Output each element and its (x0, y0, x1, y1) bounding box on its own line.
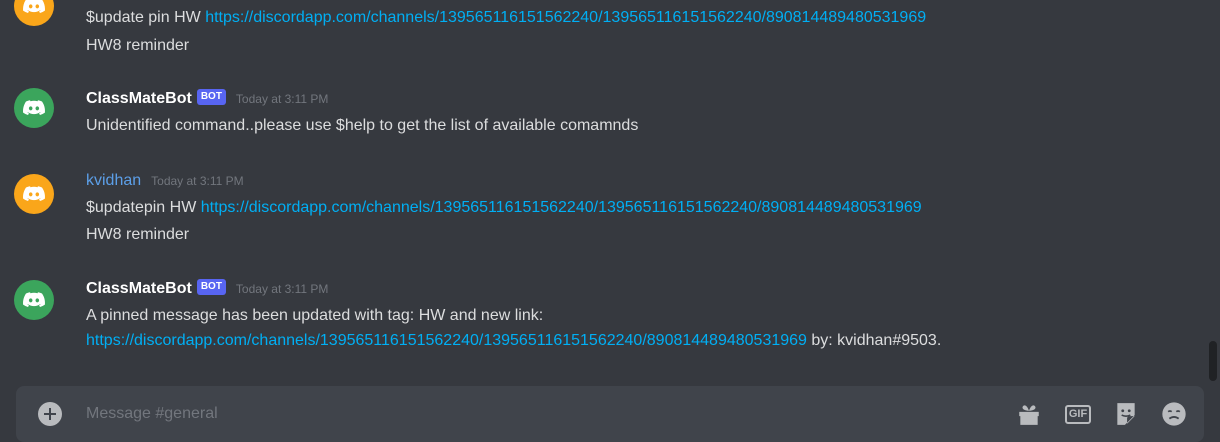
message-header: kvidhan Today at 3:11 PM (86, 170, 244, 192)
message-line: Unidentified command..please use $help t… (86, 114, 638, 138)
bot-avatar[interactable] (14, 88, 54, 128)
timestamp: Today at 3:11 PM (235, 92, 329, 106)
user-avatar[interactable] (14, 0, 54, 26)
username[interactable]: kvidhan (86, 172, 141, 190)
emoji-icon (1162, 402, 1186, 426)
discord-logo-icon (23, 100, 45, 115)
username[interactable]: ClassMateBot (86, 90, 192, 108)
message-link[interactable]: https://discordapp.com/channels/13956511… (86, 332, 807, 349)
sticker-icon (1117, 403, 1135, 425)
message-line: A pinned message has been updated with t… (86, 304, 543, 328)
message-line: https://discordapp.com/channels/13956511… (86, 329, 941, 353)
gif-button[interactable]: GIF (1064, 400, 1092, 428)
message-line: $update pin HW https://discordapp.com/ch… (86, 6, 926, 30)
timestamp: Today at 3:11 PM (151, 174, 244, 188)
message-header: ClassMateBot BOT Today at 3:11 PM (86, 278, 328, 300)
sticker-button[interactable] (1112, 400, 1140, 428)
message-text-suffix: by: kvidhan#9503. (806, 332, 942, 349)
message-text: A pinned message has been updated with t… (86, 307, 544, 324)
message-text: HW8 reminder (86, 226, 190, 243)
gift-button[interactable] (1015, 400, 1043, 428)
bot-badge: BOT (196, 279, 226, 295)
bot-avatar[interactable] (14, 280, 54, 320)
message-line: HW8 reminder (86, 223, 189, 247)
message-text: $updatepin HW (86, 199, 201, 216)
emoji-button[interactable] (1160, 400, 1188, 428)
gif-icon: GIF (1064, 404, 1092, 424)
gift-icon (1019, 405, 1039, 425)
discord-logo-icon (23, 292, 45, 307)
message-line: HW8 reminder (86, 34, 189, 58)
discord-logo-icon (23, 186, 45, 201)
message-link[interactable]: https://discordapp.com/channels/13956511… (205, 9, 926, 26)
timestamp: Today at 3:11 PM (235, 282, 329, 296)
message-text: HW8 reminder (86, 37, 190, 54)
scrollbar-thumb[interactable] (1209, 341, 1217, 381)
message-input[interactable]: Message #general (86, 402, 218, 426)
username[interactable]: ClassMateBot (86, 280, 192, 298)
message-text: $update pin HW (86, 9, 206, 26)
message-header: ClassMateBot BOT Today at 3:11 PM (86, 88, 328, 110)
message-composer: Message #general GIF (16, 386, 1204, 442)
chat-area: $update pin HW https://discordapp.com/ch… (0, 0, 1220, 442)
attach-button[interactable] (38, 402, 62, 426)
message-line: $updatepin HW https://discordapp.com/cha… (86, 196, 922, 220)
message-link[interactable]: https://discordapp.com/channels/13956511… (201, 199, 922, 216)
bot-badge: BOT (196, 89, 226, 105)
plus-circle-icon (44, 408, 56, 420)
discord-logo-icon (23, 0, 45, 13)
user-avatar[interactable] (14, 174, 54, 214)
message-text: Unidentified command..please use $help t… (86, 117, 639, 134)
